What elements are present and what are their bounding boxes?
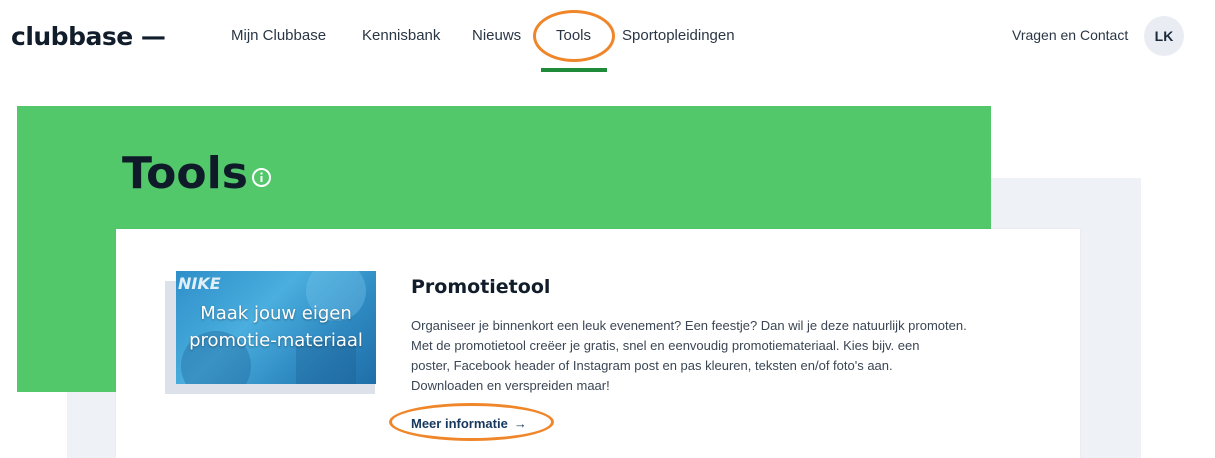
thumbnail-brand-text: NIKE [178,274,221,293]
card-description-line: Downloaden en verspreiden maar! [411,378,610,393]
nav-item-tools[interactable]: Tools [556,27,591,44]
user-avatar[interactable]: LK [1144,16,1184,56]
thumbnail-headline-line1: Maak jouw eigen [200,303,352,324]
arrow-right-icon: → [513,416,527,431]
contact-link[interactable]: Vragen en Contact [1012,27,1128,43]
meer-informatie-link[interactable]: Meer informatie → [411,416,527,431]
promotietool-thumbnail[interactable]: NIKE Maak jouw eigen promotie-materiaal [176,271,376,384]
nav-item-kennisbank[interactable]: Kennisbank [362,27,440,44]
card-title: Promotietool [411,276,551,298]
page-title: Tools [122,148,248,199]
nav-item-nieuws[interactable]: Nieuws [472,27,521,44]
meer-informatie-label: Meer informatie [411,416,508,431]
card-description-line: Organiseer je binnenkort een leuk evenem… [411,318,967,333]
nav-item-mijn-clubbase[interactable]: Mijn Clubbase [231,27,326,44]
nav-item-sportopleidingen[interactable]: Sportopleidingen [622,27,735,44]
thumbnail-headline-line2: promotie-materiaal [189,330,363,351]
card-description-line: Met de promotietool creëer je gratis, sn… [411,338,920,353]
active-nav-indicator [541,68,607,72]
top-navigation-bar: clubbase — Mijn Clubbase Kennisbank Nieu… [0,0,1215,76]
clubbase-logo[interactable]: clubbase — [11,22,166,51]
card-description-line: poster, Facebook header of Instagram pos… [411,358,893,373]
info-circle-icon[interactable] [251,167,272,188]
